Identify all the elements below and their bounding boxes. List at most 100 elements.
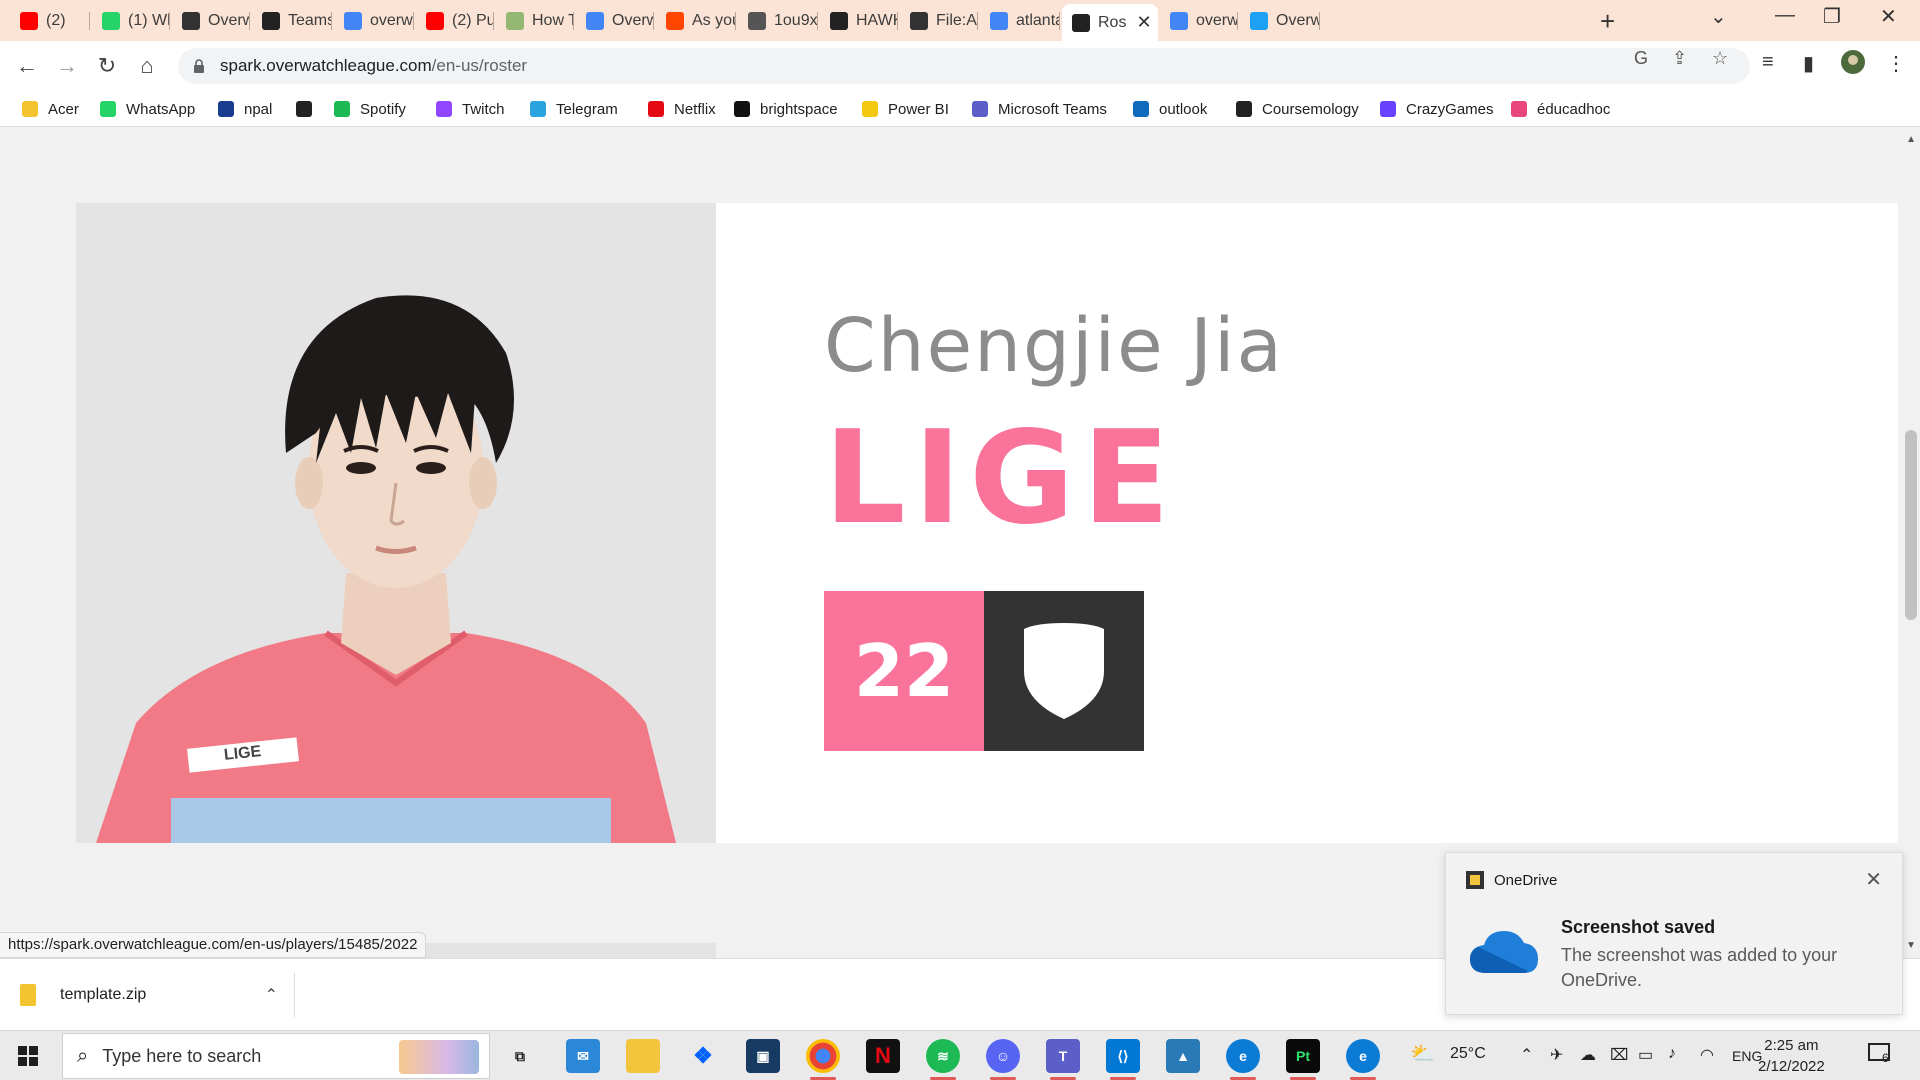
close-window-button[interactable]: ✕ — [1880, 4, 1897, 29]
edge-icon[interactable]: e — [1226, 1039, 1260, 1080]
start-button[interactable] — [18, 1046, 38, 1066]
side-panel-icon[interactable]: ▮ — [1803, 51, 1814, 76]
browser-tab[interactable]: (2) Pure — [416, 6, 494, 36]
tab-separator — [573, 12, 574, 30]
task-view-icon[interactable]: ⧉ — [503, 1039, 537, 1073]
share-icon[interactable]: ⇪ — [1672, 48, 1687, 69]
page-scrollbar[interactable]: ▲ ▼ — [1902, 128, 1920, 958]
bookmark-label: CrazyGames — [1406, 100, 1494, 118]
new-tab-button[interactable]: + — [1600, 6, 1615, 37]
browser-tab[interactable]: Ros ✕ — [1062, 4, 1158, 41]
browser-tab[interactable]: overwa — [334, 6, 414, 36]
google-icon — [1170, 12, 1188, 30]
minimize-button[interactable]: — — [1775, 4, 1795, 27]
tab-label: Overwa — [612, 12, 654, 29]
pad-app-icon[interactable]: ▣ — [746, 1039, 780, 1073]
bookmark-item[interactable]: éducadhoc — [1511, 99, 1610, 119]
scroll-down-arrow-icon[interactable]: ▼ — [1906, 940, 1916, 951]
bookmark-item[interactable]: WhatsApp — [100, 99, 195, 119]
bookmark-star-icon[interactable]: ☆ — [1712, 48, 1728, 69]
browser-tab[interactable]: Overwa — [1240, 6, 1320, 36]
bookmark-item[interactable]: Spotify — [334, 99, 406, 119]
bookmark-item[interactable]: Twitch — [436, 99, 505, 119]
tab-search-chevron-icon[interactable]: ⌄ — [1710, 4, 1727, 29]
home-button[interactable]: ⌂ — [132, 51, 162, 81]
system-clock[interactable]: 2:25 am 2/12/2022 — [1758, 1035, 1825, 1077]
bookmark-item[interactable]: Netflix — [648, 99, 716, 119]
bookmark-item[interactable]: Microsoft Teams — [972, 99, 1107, 119]
netflix-icon[interactable]: N — [866, 1039, 900, 1073]
volume-icon[interactable]: ♪ — [1668, 1045, 1676, 1063]
menu-kebab-icon[interactable]: ⋮ — [1886, 51, 1906, 76]
onedrive-notification[interactable]: OneDrive ✕ Screenshot saved The screensh… — [1445, 852, 1903, 1015]
chevron-up-icon[interactable]: ⌃ — [265, 985, 278, 1005]
tray-app-icon[interactable]: ✈ — [1550, 1045, 1563, 1065]
discord-icon[interactable]: ☺ — [986, 1039, 1020, 1080]
bookmark-item[interactable]: Power BI — [862, 99, 949, 119]
edge-dev-icon[interactable]: e — [1346, 1039, 1380, 1080]
bookmark-item[interactable]: Acer — [22, 99, 79, 119]
battery-icon[interactable]: ▭ — [1638, 1045, 1653, 1065]
wiki-icon — [910, 12, 928, 30]
media-control-icon[interactable]: ≡ — [1762, 51, 1774, 74]
bookmark-item[interactable]: Coursemology — [1236, 99, 1359, 119]
forward-button[interactable]: → — [52, 51, 82, 81]
browser-tab[interactable]: HAWK — [820, 6, 898, 36]
chrome-icon[interactable] — [806, 1039, 840, 1080]
bookmark-label: Netflix — [674, 100, 716, 118]
spotify-icon[interactable]: ≋ — [926, 1039, 960, 1080]
back-button[interactable]: ← — [12, 51, 42, 81]
tray-chevron-up-icon[interactable]: ⌃ — [1520, 1045, 1533, 1065]
notification-center-icon[interactable]: 6 — [1868, 1043, 1894, 1067]
notification-count: 6 — [1882, 1051, 1889, 1065]
browser-tab[interactable]: File:Atl — [900, 6, 978, 36]
reload-button[interactable]: ↻ — [92, 51, 122, 81]
profile-avatar[interactable] — [1840, 49, 1866, 81]
browser-tab[interactable]: (1) Wha — [92, 6, 170, 36]
weather-icon[interactable]: ⛅ — [1410, 1041, 1435, 1066]
tab-separator — [1319, 12, 1320, 30]
windows-taskbar: ⌕ Type here to search ⧉ ✉ ❖ ▣ N ≋ ☺ T ⟨⟩… — [0, 1030, 1920, 1080]
weather-temperature[interactable]: 25°C — [1450, 1045, 1486, 1063]
bookmark-item[interactable] — [296, 99, 322, 119]
download-item[interactable]: template.zip ⌃ — [20, 973, 295, 1017]
device-tray-icon[interactable]: ⌧ — [1610, 1045, 1628, 1065]
educadhoc-icon — [1511, 101, 1527, 117]
bookmark-label: Twitch — [462, 100, 505, 118]
bookmark-item[interactable]: npal — [218, 99, 272, 119]
bookmark-item[interactable]: outlook — [1133, 99, 1207, 119]
toast-close-button[interactable]: ✕ — [1865, 867, 1882, 892]
file-explorer-icon[interactable] — [626, 1039, 660, 1073]
onedrive-tray-icon[interactable]: ☁ — [1580, 1045, 1596, 1065]
google-lens-icon[interactable]: G — [1634, 48, 1648, 69]
mail-icon[interactable]: ✉ — [566, 1039, 600, 1073]
browser-tab[interactable]: (2) — [10, 6, 90, 36]
address-bar[interactable]: spark.overwatchleague.com/en-us/roster — [178, 48, 1750, 84]
browser-tab[interactable]: How To — [496, 6, 574, 36]
bookmark-item[interactable]: Telegram — [530, 99, 618, 119]
bookmark-item[interactable]: brightspace — [734, 99, 838, 119]
player-handle: LIGE — [824, 404, 1178, 553]
scroll-up-arrow-icon[interactable]: ▲ — [1906, 134, 1916, 145]
browser-tab[interactable]: Teams — [252, 6, 332, 36]
scrollbar-thumb[interactable] — [1905, 430, 1917, 620]
browser-tab[interactable]: As you — [656, 6, 736, 36]
browser-tab[interactable]: Overwa — [172, 6, 250, 36]
vscode-icon[interactable]: ⟨⟩ — [1106, 1039, 1140, 1080]
close-tab-icon[interactable]: ✕ — [1136, 12, 1151, 33]
photos-icon[interactable]: ▲ — [1166, 1039, 1200, 1073]
pycharm-icon[interactable]: Pt — [1286, 1039, 1320, 1080]
taskbar-search[interactable]: ⌕ Type here to search — [62, 1033, 490, 1079]
bookmark-item[interactable]: CrazyGames — [1380, 99, 1494, 119]
browser-tab[interactable]: Overwa — [576, 6, 654, 36]
browser-tab[interactable]: atlanta — [980, 6, 1060, 36]
browser-tab[interactable]: overwa — [1160, 6, 1238, 36]
tab-separator — [493, 12, 494, 30]
bookmark-label: outlook — [1159, 100, 1208, 118]
restore-button[interactable]: ❐ — [1823, 4, 1841, 29]
wifi-icon[interactable]: ◠ — [1700, 1045, 1714, 1065]
dropbox-icon[interactable]: ❖ — [686, 1039, 720, 1073]
browser-tab[interactable]: 1ou9xw — [738, 6, 818, 36]
player-card[interactable]: LIGE Chengjie Jia LIGE 22 — [76, 203, 1898, 843]
teams-icon[interactable]: T — [1046, 1039, 1080, 1080]
